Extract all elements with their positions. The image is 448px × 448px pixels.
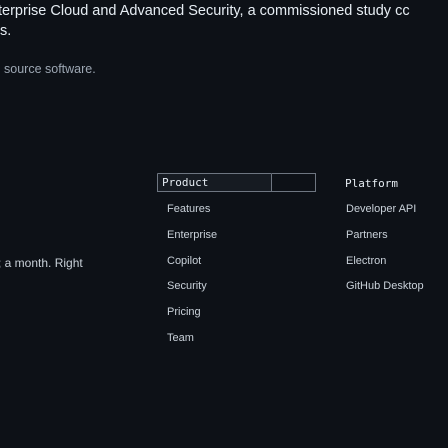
- menu-item-developer-api[interactable]: Developer API: [346, 202, 424, 228]
- menu-item-partners[interactable]: Partners: [346, 228, 424, 254]
- menu-item-pricing[interactable]: Pricing: [167, 305, 217, 331]
- product-menu-input[interactable]: Product: [157, 173, 272, 192]
- platform-menu-list: Developer API Partners Electron GitHub D…: [346, 202, 424, 305]
- menu-item-enterprise[interactable]: Enterprise: [167, 228, 217, 254]
- intro-line-1: terprise Cloud and Advanced Security, a …: [0, 3, 410, 19]
- product-menu-divider: [157, 191, 316, 192]
- menu-item-team[interactable]: Team: [167, 331, 217, 357]
- intro-line-2: s.: [0, 23, 12, 39]
- menu-item-github-desktop[interactable]: GitHub Desktop: [346, 279, 424, 305]
- menu-item-security[interactable]: Security: [167, 279, 217, 305]
- intro-headline: terprise Cloud and Advanced Security, a …: [0, 2, 448, 42]
- menu-item-features[interactable]: Features: [167, 202, 217, 228]
- menu-item-electron[interactable]: Electron: [346, 254, 424, 280]
- page: terprise Cloud and Advanced Security, a …: [0, 0, 448, 448]
- intro-subtext: source software.: [4, 62, 96, 76]
- platform-header[interactable]: Platform: [345, 177, 398, 190]
- product-menu-list: Features Enterprise Copilot Security Pri…: [167, 202, 217, 357]
- product-menu-input-border: [272, 173, 316, 192]
- side-text: ; a month. Right: [0, 256, 83, 270]
- menu-item-copilot[interactable]: Copilot: [167, 254, 217, 280]
